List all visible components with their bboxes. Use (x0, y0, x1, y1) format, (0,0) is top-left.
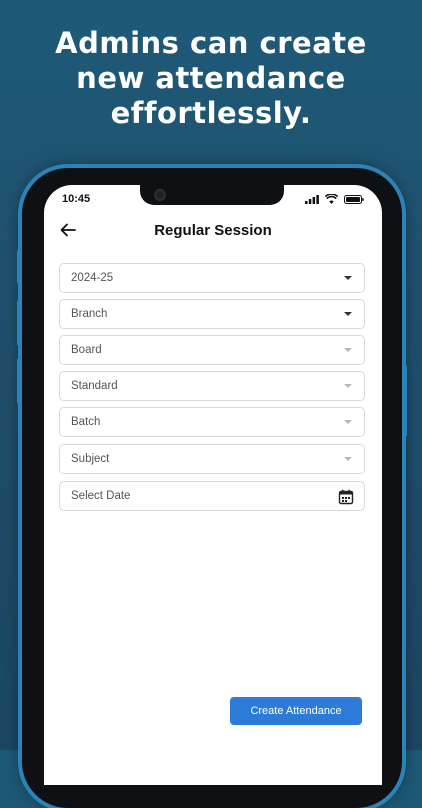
standard-label: Standard (71, 380, 118, 392)
camera-icon (154, 189, 166, 201)
subject-label: Subject (71, 453, 110, 465)
chevron-down-icon (344, 348, 352, 352)
standard-dropdown[interactable]: Standard (59, 371, 365, 401)
phone-side-button (17, 250, 21, 284)
battery-icon (344, 194, 364, 204)
board-label: Board (71, 344, 102, 356)
signal-icon (305, 194, 319, 204)
phone-notch (140, 185, 284, 205)
headline-line-2: new attendance (76, 61, 346, 95)
promo-headline: Admins can create new attendance effortl… (0, 26, 422, 131)
academic-year-dropdown[interactable]: 2024-25 (59, 263, 365, 293)
chevron-down-icon (344, 457, 352, 461)
create-attendance-button[interactable]: Create Attendance (230, 697, 362, 725)
page-title: Regular Session (154, 222, 272, 239)
chevron-down-icon (344, 420, 352, 424)
date-placeholder: Select Date (71, 490, 131, 502)
phone-volume-up (17, 300, 21, 346)
wifi-icon (325, 194, 338, 204)
app-screen: 10:45 Regular Session 2024-25 Branch Boa (44, 185, 382, 785)
phone-volume-down (17, 358, 21, 404)
board-dropdown[interactable]: Board (59, 335, 365, 365)
calendar-icon[interactable] (338, 489, 354, 505)
chevron-down-icon (344, 384, 352, 388)
batch-label: Batch (71, 416, 101, 428)
branch-label: Branch (71, 308, 108, 320)
headline-line-1: Admins can create (55, 26, 367, 60)
subject-dropdown[interactable]: Subject (59, 444, 365, 474)
status-time: 10:45 (62, 193, 91, 205)
academic-year-value: 2024-25 (71, 272, 114, 284)
phone-power-button (403, 365, 407, 437)
branch-dropdown[interactable]: Branch (59, 299, 365, 329)
status-icons (305, 194, 364, 204)
batch-dropdown[interactable]: Batch (59, 407, 365, 437)
date-field[interactable]: Select Date (59, 481, 365, 511)
headline-line-3: effortlessly. (110, 96, 312, 130)
chevron-down-icon (344, 312, 352, 316)
chevron-down-icon (344, 276, 352, 280)
